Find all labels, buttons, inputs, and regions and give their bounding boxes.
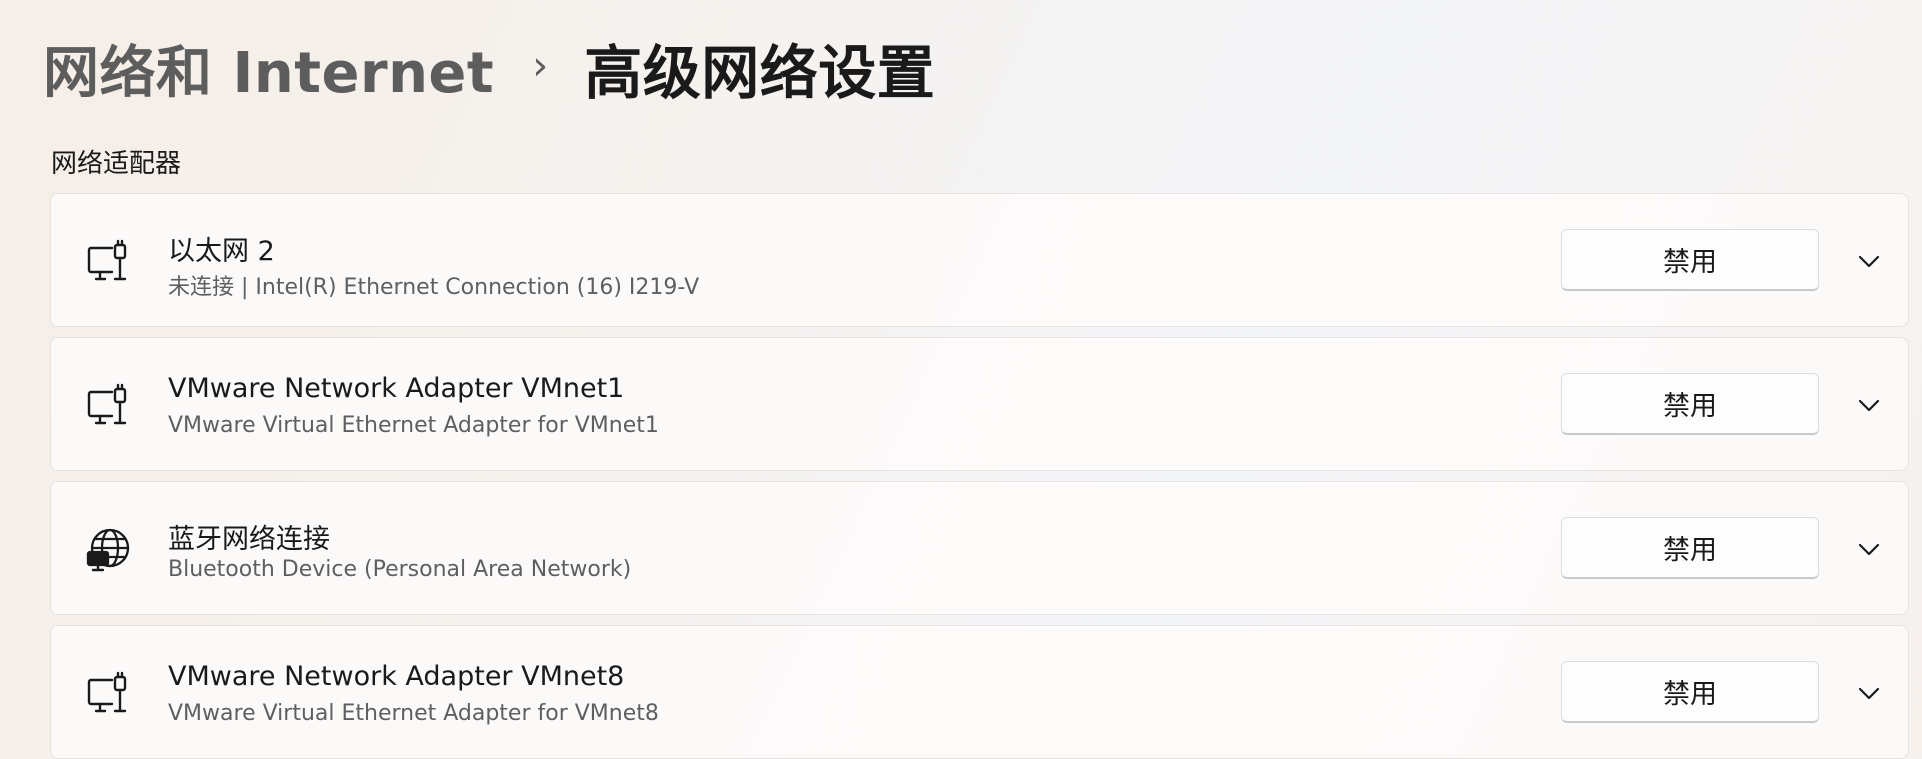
page-title: 高级网络设置 — [584, 39, 936, 107]
adapter-subtitle: VMware Virtual Ethernet Adapter for VMne… — [168, 413, 659, 438]
disable-button[interactable]: 禁用 — [1561, 373, 1819, 435]
disable-button[interactable]: 禁用 — [1561, 229, 1819, 291]
breadcrumb: 网络和 Internet › 高级网络设置 — [43, 26, 935, 110]
adapter-subtitle: 未连接 | Intel(R) Ethernet Connection (16) … — [168, 275, 700, 300]
breadcrumb-separator: › — [532, 43, 549, 89]
chevron-down-icon[interactable] — [1851, 243, 1887, 279]
breadcrumb-parent-link[interactable]: 网络和 Internet — [43, 28, 494, 109]
adapter-card-vmnet1[interactable]: VMware Network Adapter VMnet1 VMware Vir… — [50, 337, 1909, 471]
chevron-down-icon[interactable] — [1851, 675, 1887, 711]
globe-network-icon — [85, 526, 133, 574]
adapter-title: VMware Network Adapter VMnet8 — [168, 661, 625, 692]
adapter-title: 蓝牙网络连接 — [168, 524, 330, 555]
ethernet-computer-icon — [85, 382, 133, 430]
adapter-title: 以太网 2 — [168, 236, 275, 267]
adapter-subtitle: Bluetooth Device (Personal Area Network) — [168, 557, 632, 582]
adapter-card-ethernet-2[interactable]: 以太网 2 未连接 | Intel(R) Ethernet Connection… — [50, 193, 1909, 327]
disable-button[interactable]: 禁用 — [1561, 661, 1819, 723]
chevron-down-icon[interactable] — [1851, 387, 1887, 423]
ethernet-computer-icon — [85, 238, 133, 286]
adapter-card-bluetooth[interactable]: 蓝牙网络连接 Bluetooth Device (Personal Area N… — [50, 481, 1909, 615]
chevron-down-icon[interactable] — [1851, 531, 1887, 567]
disable-button[interactable]: 禁用 — [1561, 517, 1819, 579]
adapter-subtitle: VMware Virtual Ethernet Adapter for VMne… — [168, 701, 659, 726]
adapter-title: VMware Network Adapter VMnet1 — [168, 373, 625, 404]
ethernet-computer-icon — [85, 670, 133, 718]
section-title-network-adapters: 网络适配器 — [51, 149, 182, 179]
adapter-card-vmnet8[interactable]: VMware Network Adapter VMnet8 VMware Vir… — [50, 625, 1909, 759]
